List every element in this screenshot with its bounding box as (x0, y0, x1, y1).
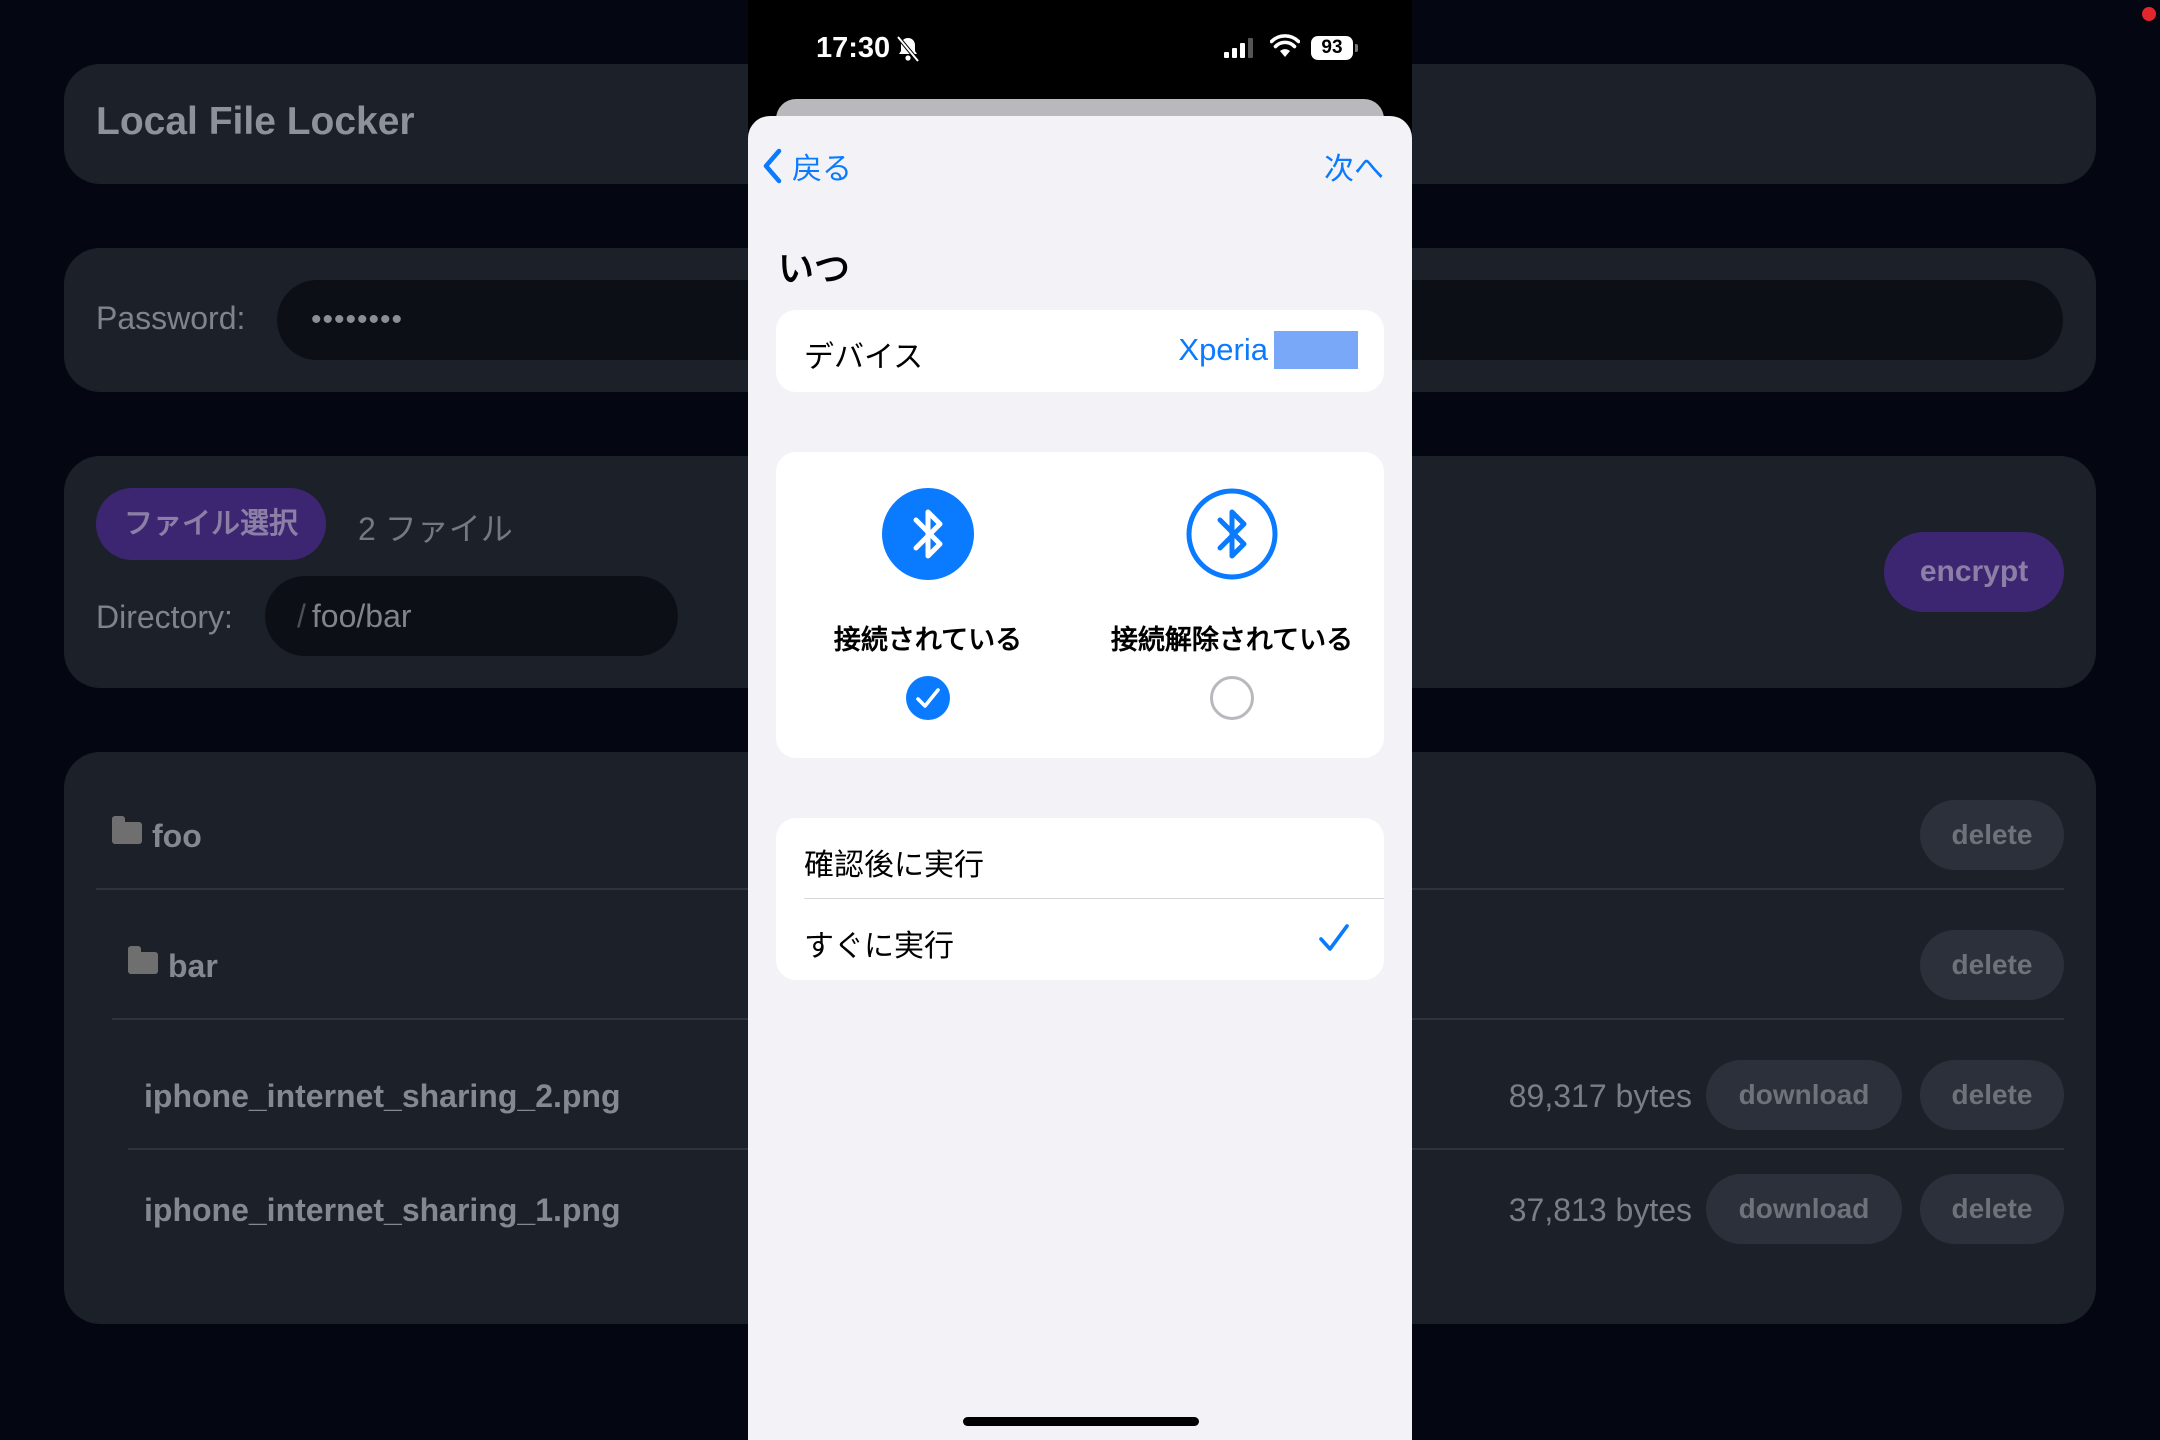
folder-icon (112, 816, 142, 844)
checkmark-icon (1319, 924, 1349, 951)
file-count: 2 ファイル (358, 511, 513, 547)
device-label: デバイス (804, 341, 924, 374)
phone-screen: 17:30 93 戻る 次へ いつ デバイス Xperia 接続されている 接続… (748, 0, 1412, 1440)
file-size: 37,813 bytes (1508, 1192, 1692, 1228)
status-time: 17:30 (816, 32, 891, 64)
connected-label: 接続されている (833, 625, 1023, 655)
device-value: Xperia (1178, 332, 1268, 367)
bluetooth-outline-icon (1186, 488, 1278, 580)
file-size: 89,317 bytes (1508, 1078, 1692, 1114)
run-options-list: 確認後に実行 すぐに実行 (776, 818, 1384, 980)
bluetooth-filled-icon (882, 488, 974, 580)
next-button[interactable]: 次へ (1324, 144, 1384, 188)
directory-value: foo/bar (311, 598, 412, 634)
checkmark-circle-filled-icon[interactable] (906, 676, 950, 720)
empty-circle-icon[interactable] (1210, 676, 1254, 720)
folder-name-foo[interactable]: foo (152, 818, 202, 855)
delete-button[interactable]: delete (1920, 1174, 2064, 1244)
option-disconnected[interactable]: 接続解除されている (1080, 452, 1384, 758)
download-button[interactable]: download (1706, 1174, 1902, 1244)
password-label: Password: (96, 300, 246, 336)
run-after-confirm-label: 確認後に実行 (804, 849, 984, 882)
delete-button-foo[interactable]: delete (1920, 800, 2064, 870)
file-name[interactable]: iphone_internet_sharing_2.png (144, 1078, 621, 1115)
folder-icon (128, 946, 158, 974)
chevron-left-icon (763, 148, 782, 184)
battery-tip (1355, 44, 1358, 52)
home-indicator[interactable] (963, 1417, 1199, 1426)
run-immediately-option[interactable]: すぐに実行 (776, 899, 1384, 979)
run-immediately-label: すぐに実行 (804, 930, 954, 963)
cellular-signal-icon (1224, 38, 1253, 58)
recording-indicator-icon (2142, 7, 2156, 21)
battery-icon: 93 (1311, 36, 1353, 60)
app-title: Local File Locker (96, 100, 415, 143)
directory-label: Directory: (96, 599, 233, 635)
back-label: 戻る (792, 153, 852, 186)
delete-button[interactable]: delete (1920, 1060, 2064, 1130)
back-button[interactable]: 戻る (762, 144, 852, 188)
choose-file-button[interactable]: ファイル選択 (96, 488, 326, 560)
delete-button-bar[interactable]: delete (1920, 930, 2064, 1000)
directory-slash: / (297, 598, 306, 634)
download-button[interactable]: download (1706, 1060, 1902, 1130)
automation-sheet: 戻る 次へ いつ デバイス Xperia 接続されている 接続解除されている 確… (748, 116, 1412, 1440)
section-title: いつ (778, 248, 851, 289)
file-name[interactable]: iphone_internet_sharing_1.png (144, 1192, 621, 1229)
disconnected-label: 接続解除されている (1110, 625, 1354, 655)
bell-slash-icon (896, 36, 920, 62)
bluetooth-state-picker: 接続されている 接続解除されている (776, 452, 1384, 758)
encrypt-button[interactable]: encrypt (1884, 532, 2064, 612)
run-after-confirm-option[interactable]: 確認後に実行 (776, 818, 1384, 898)
directory-input[interactable]: / foo/bar (265, 576, 678, 656)
redacted-device-name (1274, 331, 1358, 369)
folder-name-bar[interactable]: bar (168, 948, 218, 985)
option-connected[interactable]: 接続されている (776, 452, 1080, 758)
device-row[interactable]: デバイス Xperia (776, 310, 1384, 392)
wifi-icon (1270, 34, 1300, 57)
